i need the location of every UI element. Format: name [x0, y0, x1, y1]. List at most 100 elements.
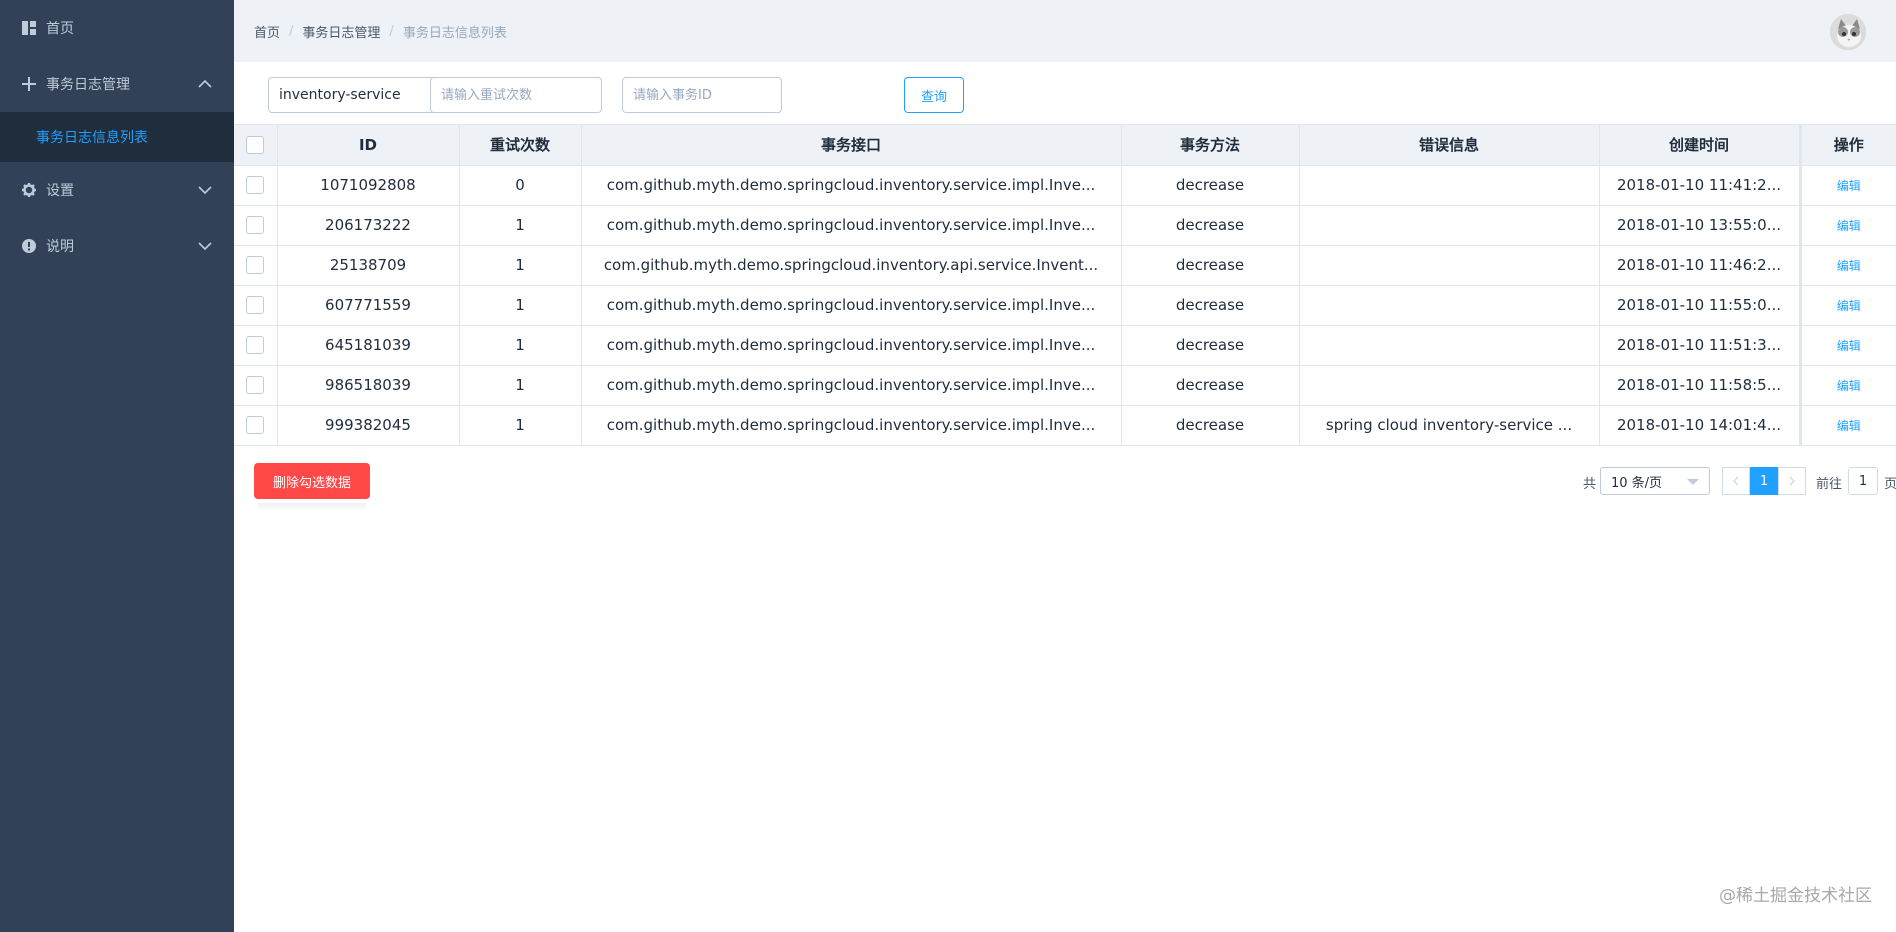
cell-retry: 0 [459, 165, 582, 206]
table-row[interactable]: 986518039 1 com.github.myth.demo.springc… [234, 365, 1896, 406]
cell-interface: com.github.myth.demo.springcloud.invento… [581, 165, 1122, 206]
row-checkbox[interactable] [246, 336, 265, 355]
select-all-checkbox[interactable] [246, 136, 265, 154]
table-row[interactable]: 25138709 1 com.github.myth.demo.springcl… [234, 245, 1896, 286]
edit-link[interactable]: 编辑 [1837, 379, 1861, 393]
cell-actions: 编辑 [1798, 285, 1896, 326]
row-checkbox[interactable] [246, 296, 265, 315]
row-select-cell [234, 365, 278, 406]
cell-retry: 1 [459, 205, 582, 246]
column-header-error[interactable]: 错误信息 [1299, 125, 1600, 166]
edit-link[interactable]: 编辑 [1837, 219, 1861, 233]
row-checkbox[interactable] [246, 256, 265, 275]
cell-interface: com.github.myth.demo.springcloud.invento… [581, 405, 1122, 446]
cell-method: decrease [1121, 285, 1300, 326]
cell-id: 206173222 [277, 205, 460, 246]
page-number-current[interactable]: 1 [1750, 467, 1778, 495]
button-shadow [258, 503, 366, 511]
cell-retry: 1 [459, 325, 582, 366]
cell-actions: 编辑 [1798, 365, 1896, 406]
breadcrumb-tx-log-management[interactable]: 事务日志管理 [302, 22, 380, 41]
page-size-value: 10 条/页 [1611, 475, 1663, 491]
transaction-id-input[interactable] [622, 77, 782, 113]
column-header-retry[interactable]: 重试次数 [459, 125, 582, 166]
row-checkbox[interactable] [246, 216, 265, 235]
sidebar: 首页 事务日志管理 事务日志信息列表 设置 说明 [0, 0, 234, 932]
edit-link[interactable]: 编辑 [1837, 179, 1861, 193]
column-header-method[interactable]: 事务方法 [1121, 125, 1300, 166]
row-checkbox[interactable] [246, 416, 265, 435]
cell-id: 25138709 [277, 245, 460, 286]
edit-link[interactable]: 编辑 [1837, 259, 1861, 273]
column-header-created[interactable]: 创建时间 [1599, 125, 1801, 166]
cell-created: 2018-01-10 11:46:2... [1599, 245, 1801, 286]
row-select-cell [234, 325, 278, 366]
edit-link[interactable]: 编辑 [1837, 339, 1861, 353]
table-row[interactable]: 1071092808 0 com.github.myth.demo.spring… [234, 165, 1896, 206]
cell-created: 2018-01-10 11:58:5... [1599, 365, 1801, 406]
cell-created: 2018-01-10 13:55:0... [1599, 205, 1801, 246]
dashboard-icon [22, 21, 36, 35]
sidebar-item-help[interactable]: 说明 [0, 218, 234, 274]
info-icon [22, 239, 36, 253]
app-root: 首页 事务日志管理 事务日志信息列表 设置 说明 首页 / 事务日志管理 / 事… [0, 0, 1896, 932]
table-row[interactable]: 645181039 1 com.github.myth.demo.springc… [234, 325, 1896, 366]
cell-actions: 编辑 [1798, 165, 1896, 206]
column-header-interface[interactable]: 事务接口 [581, 125, 1122, 166]
sidebar-item-tx-log-management[interactable]: 事务日志管理 [0, 56, 234, 112]
top-header: 首页 / 事务日志管理 / 事务日志信息列表 [234, 0, 1896, 62]
sidebar-item-label: 事务日志信息列表 [36, 130, 148, 146]
row-checkbox[interactable] [246, 376, 265, 395]
cell-created: 2018-01-10 11:55:0... [1599, 285, 1801, 326]
table-row[interactable]: 999382045 1 com.github.myth.demo.springc… [234, 405, 1896, 446]
breadcrumb-separator: / [389, 23, 394, 39]
edit-link[interactable]: 编辑 [1837, 299, 1861, 313]
goto-page-input[interactable] [1848, 467, 1878, 495]
delete-selected-button[interactable]: 删除勾选数据 [254, 463, 370, 499]
table-row[interactable]: 206173222 1 com.github.myth.demo.springc… [234, 205, 1896, 246]
cell-method: decrease [1121, 365, 1300, 406]
service-select-value: inventory-service [279, 87, 401, 103]
tx-log-table: ID 重试次数 事务接口 事务方法 错误信息 创建时间 操作 107109280… [234, 124, 1896, 446]
edit-link[interactable]: 编辑 [1837, 419, 1861, 433]
cell-retry: 1 [459, 245, 582, 286]
chevron-up-icon [198, 79, 212, 88]
sidebar-item-home[interactable]: 首页 [0, 0, 234, 56]
cell-id: 986518039 [277, 365, 460, 406]
cell-error [1299, 165, 1600, 206]
row-select-cell [234, 285, 278, 326]
sidebar-item-tx-log-list[interactable]: 事务日志信息列表 [0, 112, 234, 162]
sidebar-item-label: 说明 [46, 239, 74, 255]
column-header-actions: 操作 [1798, 125, 1896, 166]
row-checkbox[interactable] [246, 176, 265, 195]
cell-interface: com.github.myth.demo.springcloud.invento… [581, 205, 1122, 246]
goto-suffix: 页 [1884, 477, 1896, 492]
submenu-tx-log: 事务日志信息列表 [0, 112, 234, 162]
breadcrumb: 首页 / 事务日志管理 / 事务日志信息列表 [254, 22, 507, 41]
cell-error [1299, 325, 1600, 366]
sidebar-item-label: 首页 [46, 21, 74, 37]
cell-method: decrease [1121, 165, 1300, 206]
goto-label: 前往 [1816, 477, 1843, 492]
plus-icon [22, 77, 36, 91]
row-select-cell [234, 205, 278, 246]
caret-down-icon [1687, 479, 1699, 485]
table-row[interactable]: 607771559 1 com.github.myth.demo.springc… [234, 285, 1896, 326]
avatar[interactable] [1830, 14, 1866, 50]
next-page-button[interactable] [1778, 467, 1806, 495]
cell-retry: 1 [459, 365, 582, 406]
retry-count-input[interactable] [430, 77, 602, 113]
sidebar-item-settings[interactable]: 设置 [0, 162, 234, 218]
sidebar-item-label: 事务日志管理 [46, 77, 130, 93]
cell-interface: com.github.myth.demo.springcloud.invento… [581, 365, 1122, 406]
page-size-select[interactable]: 10 条/页 [1600, 467, 1710, 495]
cell-method: decrease [1121, 325, 1300, 366]
breadcrumb-home[interactable]: 首页 [254, 22, 280, 41]
cell-retry: 1 [459, 285, 582, 326]
query-button[interactable]: 查询 [904, 77, 964, 113]
column-header-id[interactable]: ID [277, 125, 460, 166]
sidebar-item-label: 设置 [46, 183, 74, 199]
cell-error: spring cloud inventory-service ... [1299, 405, 1600, 446]
cell-id: 645181039 [277, 325, 460, 366]
prev-page-button[interactable] [1722, 467, 1750, 495]
